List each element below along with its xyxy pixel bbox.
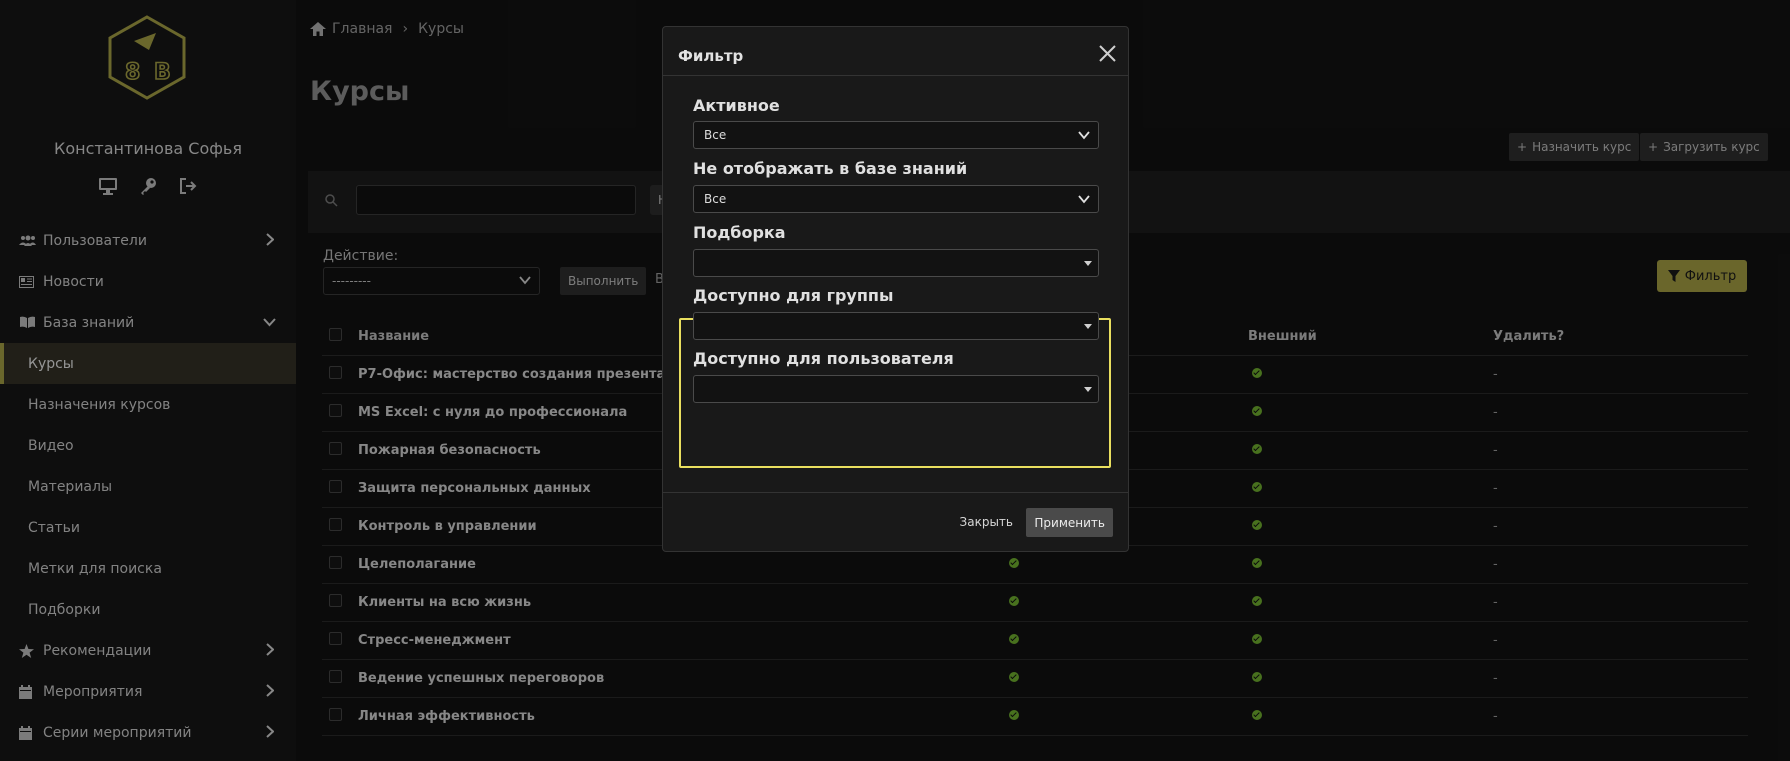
filter-modal: Фильтр Активное Все Не отображать в базе… (662, 26, 1129, 552)
modal-footer-divider (663, 492, 1128, 493)
filter-group-label: Доступно для группы (693, 286, 894, 305)
filter-active-value: Все (704, 128, 727, 142)
caret-down-icon (1084, 387, 1092, 392)
modal-apply-button[interactable]: Применить (1026, 508, 1113, 537)
filter-user-label: Доступно для пользователя (693, 349, 954, 368)
filter-active-select[interactable]: Все (693, 121, 1099, 149)
chevron-down-icon (1078, 131, 1090, 140)
close-icon[interactable] (1099, 45, 1116, 62)
filter-hide-kb-select[interactable]: Все (693, 185, 1099, 213)
filter-collection-select[interactable] (693, 249, 1099, 277)
filter-collection-label: Подборка (693, 223, 786, 242)
app-root: 8 B Константинова Софья Пользователи Нов… (0, 0, 1790, 761)
modal-divider (663, 75, 1128, 76)
caret-down-icon (1084, 261, 1092, 266)
filter-user-select[interactable] (693, 375, 1099, 403)
filter-hide-kb-label: Не отображать в базе знаний (693, 159, 968, 178)
filter-active-label: Активное (693, 96, 780, 115)
filter-group-select[interactable] (693, 312, 1099, 340)
modal-close-button[interactable]: Закрыть (960, 515, 1013, 529)
filter-hide-kb-value: Все (704, 192, 727, 206)
chevron-down-icon (1078, 195, 1090, 204)
modal-title: Фильтр (678, 47, 744, 65)
caret-down-icon (1084, 324, 1092, 329)
